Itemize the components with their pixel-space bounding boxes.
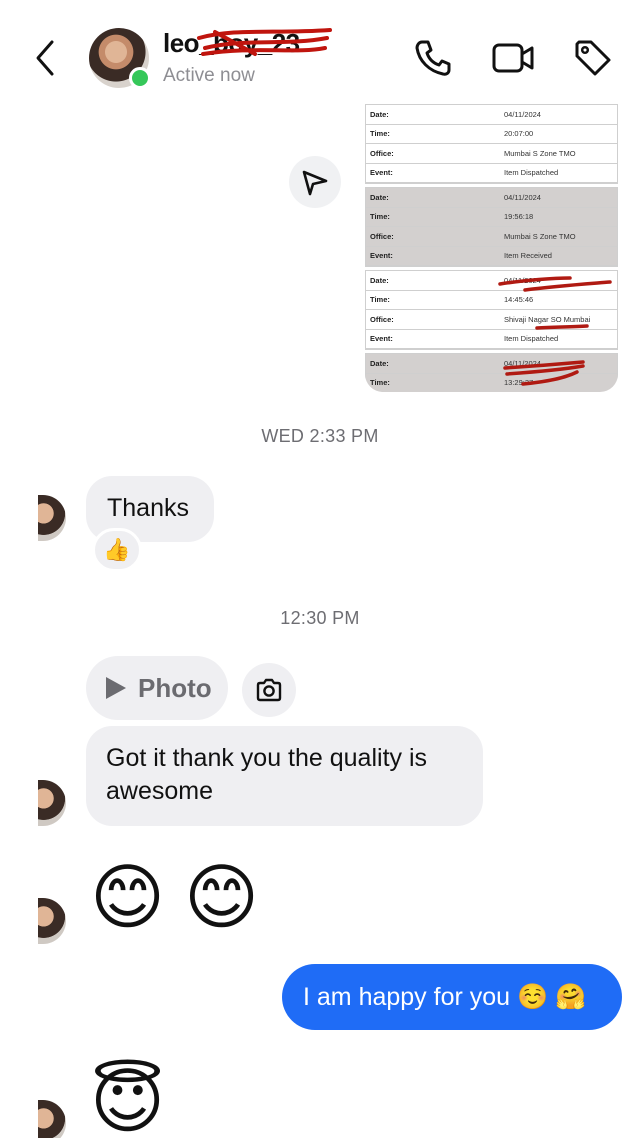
tracking-row: Office: Shivaji Nagar SO Mumbai — [366, 310, 617, 330]
tracking-field-value: Item Dispatched — [504, 334, 559, 344]
tracking-field-label: Date: — [370, 275, 389, 285]
tracking-field-value: 04/11/2024 — [504, 275, 541, 285]
tracking-field-value: Item Received — [504, 251, 552, 261]
timestamp: WED 2:33 PM — [261, 426, 379, 446]
tracking-row: Office: Mumbai S Zone TMO — [366, 227, 617, 247]
tracking-field-label: Event: — [370, 334, 393, 344]
emoji-message[interactable]: 😊 — [184, 858, 259, 938]
active-status: Active now — [163, 65, 255, 86]
back-chevron-icon[interactable] — [30, 38, 64, 78]
outgoing-message-bubble[interactable]: I am happy for you ☺️ 🤗 — [282, 964, 622, 1030]
avatar[interactable] — [38, 1100, 66, 1138]
tracking-event-group: Date: 04/11/2024 Time: 20:07:00 Office: Mumba… — [365, 104, 618, 184]
share-button[interactable] — [289, 156, 341, 208]
tracking-field-label: Date: — [370, 192, 389, 202]
avatar[interactable] — [38, 495, 66, 541]
tracking-field-value: 04/11/2024 — [504, 192, 541, 202]
tracking-field-label: Office: — [370, 231, 394, 241]
tracking-field-label: Date: — [370, 109, 389, 119]
play-icon — [106, 677, 126, 699]
tracking-field-label: Event: — [370, 168, 393, 178]
phone-icon[interactable] — [413, 38, 453, 78]
camera-button[interactable] — [242, 663, 296, 717]
tracking-field-label: Time: — [370, 129, 390, 139]
video-camera-icon[interactable] — [491, 38, 535, 78]
tracking-row: Date: 04/11/2024 — [366, 105, 617, 125]
avatar[interactable] — [38, 780, 66, 826]
tracking-event-group: Date: 04/11/2024 Time: 14:45:46 Office: Shiva… — [365, 270, 618, 350]
tracking-field-label: Date: — [370, 358, 389, 368]
emoji-message[interactable]: 😇 — [90, 1062, 165, 1138]
redaction-scribble — [197, 28, 332, 56]
tracking-field-value: 14:45:46 — [504, 295, 534, 305]
camera-icon — [256, 678, 282, 702]
tracking-event-group: Date: 04/11/2024 Time: 19:56:18 Office: Mumba… — [365, 187, 618, 267]
tracking-field-value: 19:56:18 — [504, 212, 534, 222]
reaction-badge[interactable]: 👍 — [92, 528, 142, 572]
photo-reply-preview[interactable]: Photo — [86, 656, 228, 720]
emoji-message[interactable]: 😊 — [90, 858, 165, 938]
tracking-field-value: Mumbai S Zone TMO — [504, 231, 576, 241]
tracking-field-value: Mumbai S Zone TMO — [504, 148, 576, 158]
tracking-field-label: Time: — [370, 212, 390, 222]
tracking-row: Time: 19:56:18 — [366, 208, 617, 227]
tracking-row: Office: Mumbai S Zone TMO — [366, 144, 617, 164]
tracking-row: Event: Item Received — [366, 247, 617, 266]
tracking-field-label: Time: — [370, 295, 390, 305]
tracking-field-label: Event: — [370, 251, 393, 261]
tracking-field-label: Office: — [370, 148, 394, 158]
avatar[interactable] — [38, 898, 66, 944]
tracking-row: Date: 04/11/2024 — [366, 271, 617, 291]
tag-icon[interactable] — [573, 38, 613, 78]
tracking-row: Date: 04/11/2024 — [366, 354, 617, 374]
tracking-row: Time: 14:45:46 — [366, 291, 617, 310]
tracking-field-label: Time: — [370, 378, 390, 388]
tracking-field-value: 13:29:27 — [504, 378, 534, 388]
tracking-field-value: Shivaji Nagar SO Mumbai — [504, 314, 591, 324]
tracking-row: Date: 04/11/2024 — [366, 188, 617, 208]
message-bubble[interactable]: Got it thank you the quality is awesome — [86, 726, 483, 826]
tracking-screenshot-image[interactable]: Date: 04/11/2024 Time: 20:07:00 Office: Mumba… — [365, 104, 618, 392]
tracking-row: Time: 20:07:00 — [366, 125, 617, 144]
timestamp: 12:30 PM — [280, 608, 360, 628]
tracking-field-label: Office: — [370, 314, 394, 324]
tracking-field-value: 20:07:00 — [504, 129, 534, 139]
chat-header: leo_boy_23 Active now — [0, 0, 640, 104]
tracking-field-value: 04/11/2024 — [504, 109, 541, 119]
tracking-row: Event: Item Dispatched — [366, 330, 617, 349]
tracking-row: Time: 13:29:27 — [366, 374, 617, 393]
send-arrow-icon — [302, 170, 328, 196]
photo-label: Photo — [138, 672, 212, 703]
tracking-field-value: 04/11/2024 — [504, 358, 541, 368]
online-status-dot — [129, 67, 151, 89]
tracking-field-value: Item Dispatched — [504, 168, 559, 178]
tracking-event-group: Date:04/11/2024Time:13:29:27Office:Shiva… — [365, 353, 618, 392]
tracking-row: Event: Item Dispatched — [366, 164, 617, 183]
